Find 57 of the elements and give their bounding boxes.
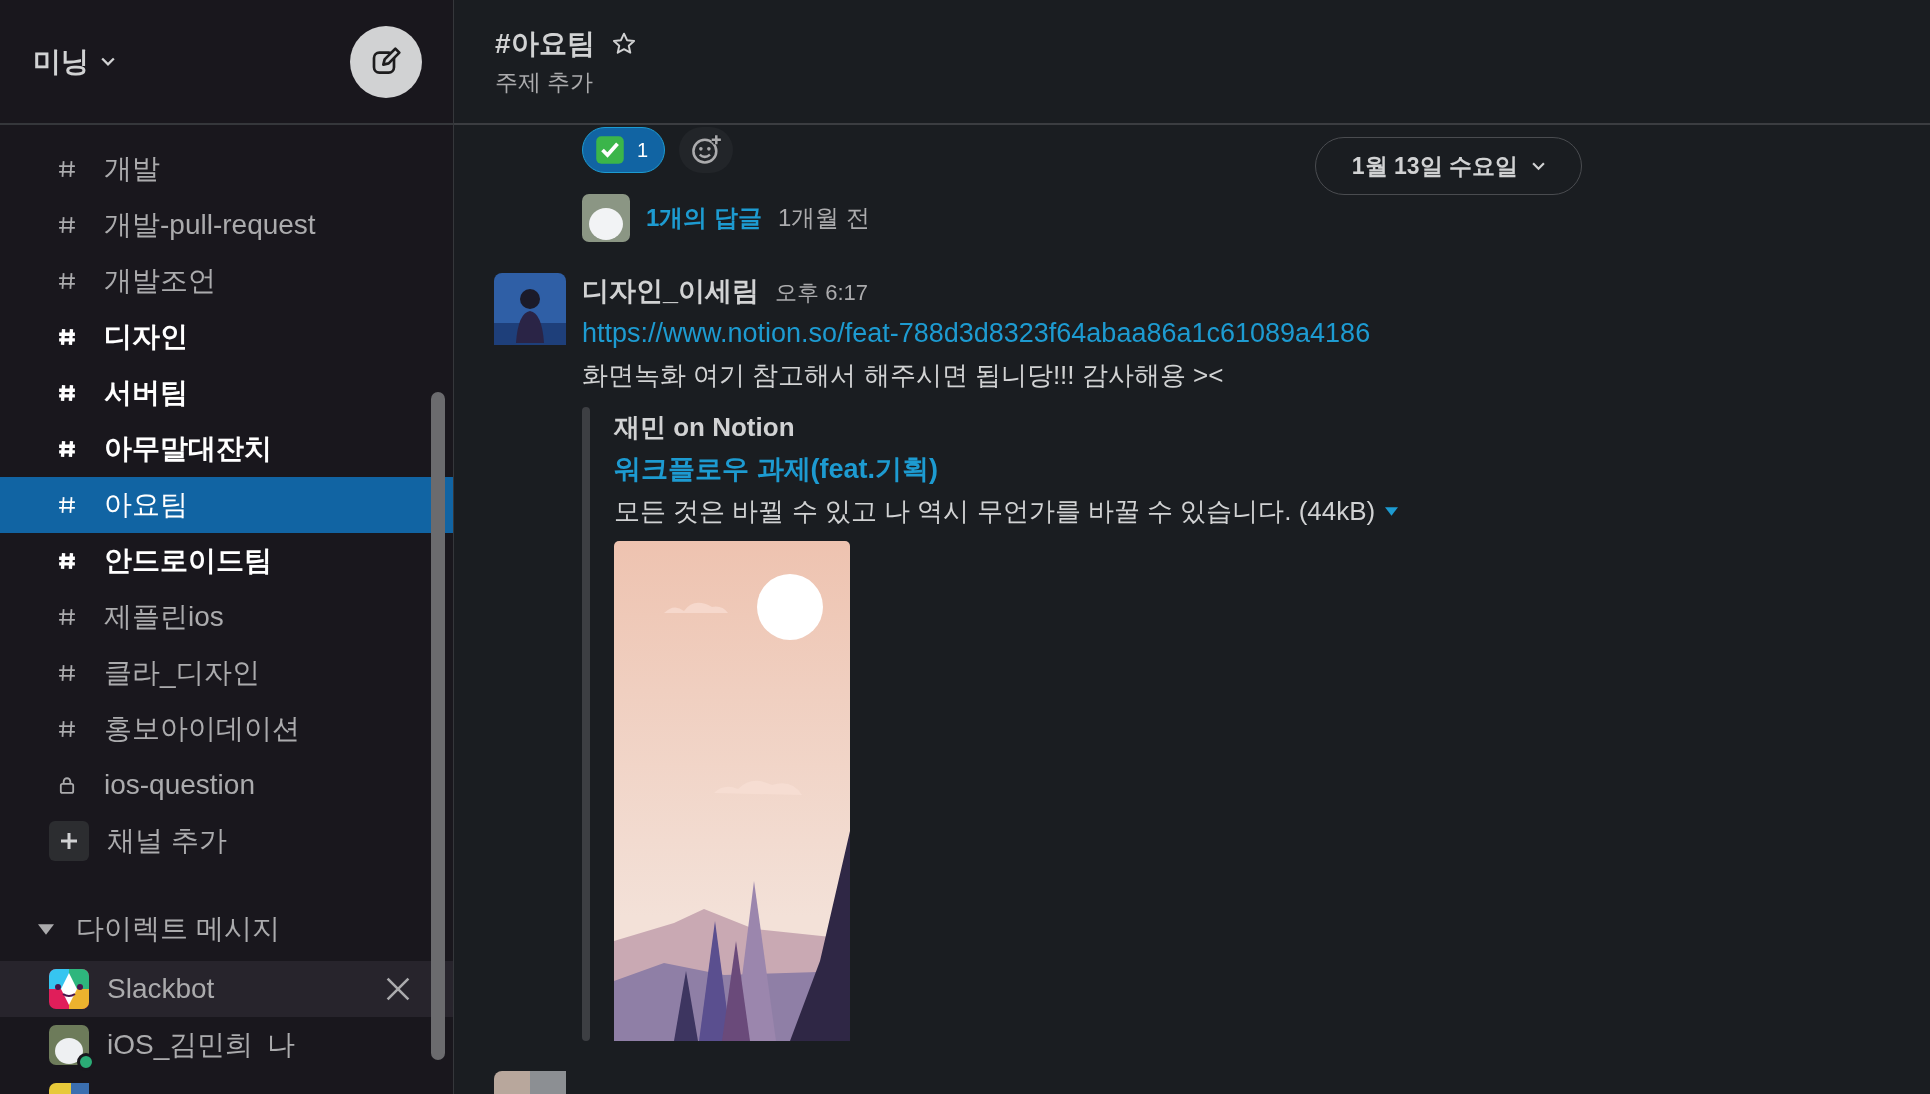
channel-item[interactable]: ios-question xyxy=(0,757,453,813)
channel-item[interactable]: 개발조언 xyxy=(0,253,453,309)
message-text: 화면녹화 여기 참고해서 해주시면 됩니당!!! 감사해용 >< xyxy=(582,359,1225,392)
star-icon[interactable] xyxy=(610,31,637,57)
check-mark-icon xyxy=(595,135,625,165)
plus-icon xyxy=(49,821,89,861)
add-reaction-button[interactable] xyxy=(679,127,734,173)
reaction-button[interactable]: 1 xyxy=(582,127,666,173)
reply-time: 1개월 전 xyxy=(778,203,871,233)
topic-link[interactable]: 주제 추가 xyxy=(495,67,1930,98)
avatar xyxy=(49,1025,89,1065)
message-time[interactable]: 오후 6:17 xyxy=(775,278,868,308)
dm-item[interactable]: iOS_김민희 나 xyxy=(0,1017,453,1073)
channel-item[interactable]: 아무말대잔치 xyxy=(0,421,453,477)
lock-icon xyxy=(58,776,76,794)
add-emoji-icon xyxy=(690,134,723,166)
section-header[interactable]: 다이렉트 메시지 xyxy=(0,901,453,957)
channel-item[interactable]: 안드로이드팀 xyxy=(0,533,453,589)
caret-icon[interactable] xyxy=(1385,506,1399,516)
channel-item[interactable]: 개발-pull-request xyxy=(0,197,453,253)
message-link[interactable]: https://www.notion.so/feat-788d3d8323f64abaa86a1c61089a4186 xyxy=(582,311,1399,355)
attachment-description: 모든 것은 바뀔 수 있고 나 역시 무언가를 바꿀 수 있습니다. (44kB) xyxy=(614,495,1376,528)
avatar xyxy=(494,273,566,345)
self-label: 나 xyxy=(267,1028,296,1062)
hash-icon xyxy=(58,384,76,402)
replies-link[interactable]: 1개의 답글 xyxy=(646,202,762,234)
hash-icon xyxy=(58,720,76,738)
bot-avatar-icon xyxy=(49,969,89,1009)
hash-icon xyxy=(58,608,76,626)
scrollbar[interactable] xyxy=(431,392,445,1060)
hash-icon xyxy=(58,552,76,570)
channel-item[interactable]: 아요팀 xyxy=(0,477,453,533)
chevron-down-icon xyxy=(1532,161,1545,171)
close-icon[interactable] xyxy=(385,976,411,1002)
channel-item[interactable]: 홍보아이데이션 xyxy=(0,701,453,757)
hash-icon xyxy=(58,496,76,514)
chevron-down-icon xyxy=(101,56,115,67)
attachment-title-link[interactable]: 워크플로우 과제(feat.기획) xyxy=(614,447,1399,491)
hash-icon xyxy=(58,160,76,178)
hash-icon xyxy=(58,328,76,346)
hash-icon xyxy=(58,272,76,290)
channel-item[interactable]: 클라_디자인 xyxy=(0,645,453,701)
hash-icon xyxy=(58,440,76,458)
author-name[interactable]: 디자인_이세림 xyxy=(582,273,760,309)
channel-item[interactable]: 제플린ios xyxy=(0,589,453,645)
channel-item[interactable]: 디자인 xyxy=(0,309,453,365)
add-channel-item[interactable]: 채널 추가 xyxy=(0,813,453,869)
hash-icon xyxy=(58,216,76,234)
hash-icon xyxy=(58,664,76,682)
date-divider-button[interactable]: 1월 13일 수요일 xyxy=(1314,137,1582,195)
avatar xyxy=(582,194,630,242)
channel-item[interactable]: 서버팀 xyxy=(0,365,453,421)
attachment-source: 재민 on Notion xyxy=(614,411,796,444)
dm-item[interactable]: Slackbot xyxy=(0,961,453,1017)
channel-item[interactable]: 개발 xyxy=(0,141,453,197)
workspace-menu[interactable]: 미닝 xyxy=(33,42,115,81)
channel-title[interactable]: #아요팀 xyxy=(495,25,595,63)
